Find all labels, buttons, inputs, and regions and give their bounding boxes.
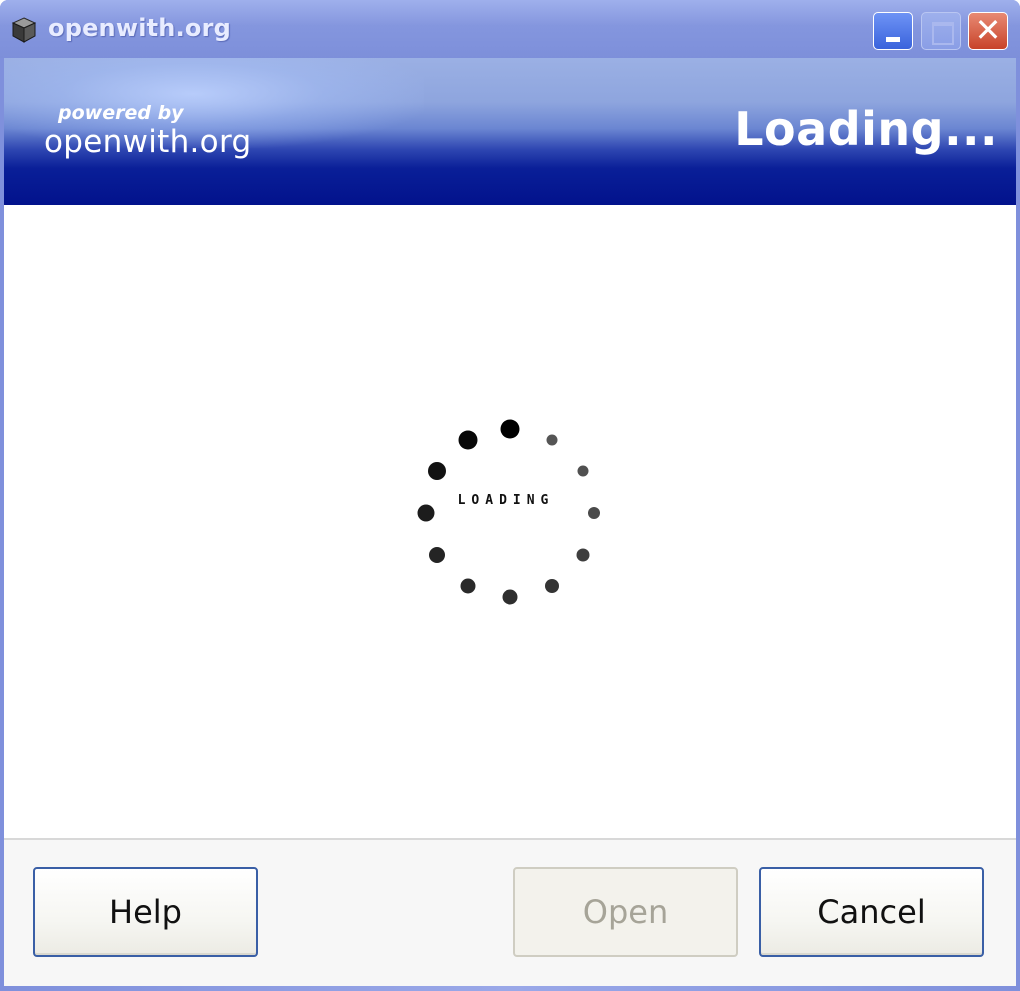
maximize-icon <box>932 22 954 45</box>
help-button[interactable]: Help <box>33 867 258 957</box>
maximize-button <box>921 12 961 50</box>
package-icon <box>11 17 37 43</box>
content-area: LOADING <box>4 205 1016 839</box>
spinner-dot <box>460 578 476 594</box>
minimize-icon <box>886 37 900 42</box>
spinner-dot <box>500 419 520 439</box>
page-heading: Loading... <box>734 102 998 156</box>
spinner-dot <box>429 547 446 563</box>
spinner-dot <box>458 430 478 450</box>
spinner-dot <box>545 578 559 593</box>
open-button: Open <box>513 867 738 957</box>
minimize-button[interactable] <box>873 12 913 50</box>
spinner-dot <box>588 507 600 519</box>
title-bar[interactable]: openwith.org ✕ <box>0 0 1020 58</box>
window-title: openwith.org <box>48 14 232 42</box>
powered-by-label: powered by <box>58 102 184 124</box>
spinner-dot <box>428 462 447 480</box>
loading-spinner: LOADING <box>406 401 606 605</box>
spinner-dot <box>577 465 589 477</box>
spinner-dot <box>576 548 590 562</box>
dialog-window: openwith.org ✕ powered by openwith.org L… <box>0 0 1020 991</box>
header-banner: powered by openwith.org Loading... <box>4 58 1016 205</box>
button-bar: Help Open Cancel <box>4 840 1016 986</box>
cancel-button[interactable]: Cancel <box>759 867 984 957</box>
spinner-dot <box>502 589 518 605</box>
close-button[interactable]: ✕ <box>968 11 1008 50</box>
spinner-label: LOADING <box>457 493 555 508</box>
brand-name: openwith.org <box>44 124 252 160</box>
spinner-dot <box>417 504 435 522</box>
close-icon: ✕ <box>974 11 1002 49</box>
spinner-dot <box>546 434 558 446</box>
